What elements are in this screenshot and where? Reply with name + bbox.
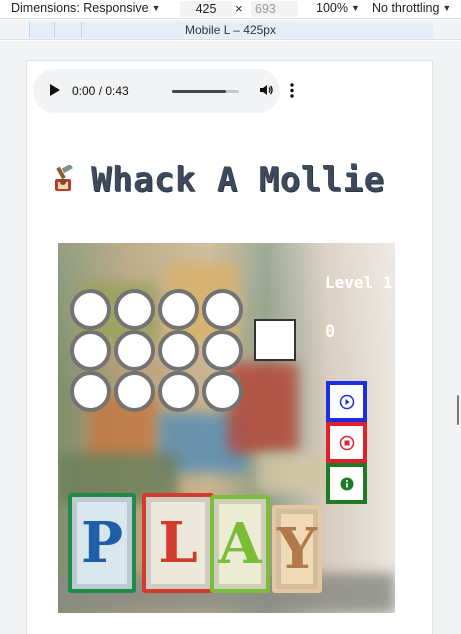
mole-hole[interactable]: [114, 330, 155, 371]
level-label: Level 1: [325, 273, 393, 292]
devtools-toolbar: Dimensions: Responsive ▼ 425 × 693 100% …: [0, 0, 461, 19]
mole-hole[interactable]: [70, 330, 111, 371]
mole-hole[interactable]: [70, 371, 111, 412]
hammer-mole-icon: [55, 165, 73, 191]
toy-block-a: A: [210, 495, 270, 593]
volume-icon[interactable]: [259, 83, 273, 97]
info-circle-icon: [340, 477, 353, 490]
toy-block-l: L: [142, 493, 214, 593]
throttle-label: No throttling: [372, 1, 440, 15]
score-value: 0: [325, 322, 336, 342]
mole-hole[interactable]: [114, 371, 155, 412]
media-query-label: Mobile L – 425px: [185, 23, 276, 37]
mole-hole[interactable]: [70, 289, 111, 330]
toy-block-y: Y: [272, 505, 322, 593]
play-icon[interactable]: [50, 84, 60, 96]
dimensions-label: Dimensions: Responsive: [11, 1, 149, 15]
audio-player: 0:00 / 0:43: [33, 69, 294, 113]
mole-hole[interactable]: [158, 371, 199, 412]
mollie-target-box[interactable]: [254, 319, 296, 361]
mole-hole[interactable]: [158, 289, 199, 330]
mole-hole[interactable]: [158, 330, 199, 371]
audio-seek-bar[interactable]: [172, 90, 239, 93]
page-title: Whack A Mollie: [91, 160, 385, 200]
blur-block: [228, 363, 298, 453]
more-vert-icon[interactable]: [290, 83, 294, 98]
zoom-label: 100%: [316, 1, 348, 15]
media-query-ruler: Mobile L – 425px: [0, 20, 461, 40]
mole-hole[interactable]: [202, 330, 243, 371]
audio-time: 0:00 / 0:43: [72, 84, 129, 98]
caret-down-icon: ▼: [442, 3, 452, 13]
throttle-dropdown[interactable]: No throttling ▼: [372, 1, 451, 15]
resize-handle[interactable]: [457, 395, 459, 425]
dimensions-dropdown[interactable]: Dimensions: Responsive ▼: [11, 1, 160, 15]
info-button[interactable]: [326, 463, 367, 504]
stop-button[interactable]: [326, 422, 367, 463]
mole-hole[interactable]: [202, 289, 243, 330]
mole-hole[interactable]: [114, 289, 155, 330]
caret-down-icon: ▼: [350, 3, 360, 13]
zoom-dropdown[interactable]: 100% ▼: [316, 1, 360, 15]
height-input[interactable]: 693: [251, 1, 298, 17]
caret-down-icon: ▼: [151, 3, 161, 13]
mole-hole[interactable]: [202, 371, 243, 412]
play-circle-icon: [339, 394, 354, 409]
audio-seek-fill: [172, 90, 226, 93]
times-separator: ×: [235, 1, 243, 16]
width-input[interactable]: 425: [180, 1, 232, 17]
play-button[interactable]: [326, 381, 367, 422]
stop-circle-icon: [339, 435, 354, 450]
toy-block-p: P: [68, 493, 136, 593]
